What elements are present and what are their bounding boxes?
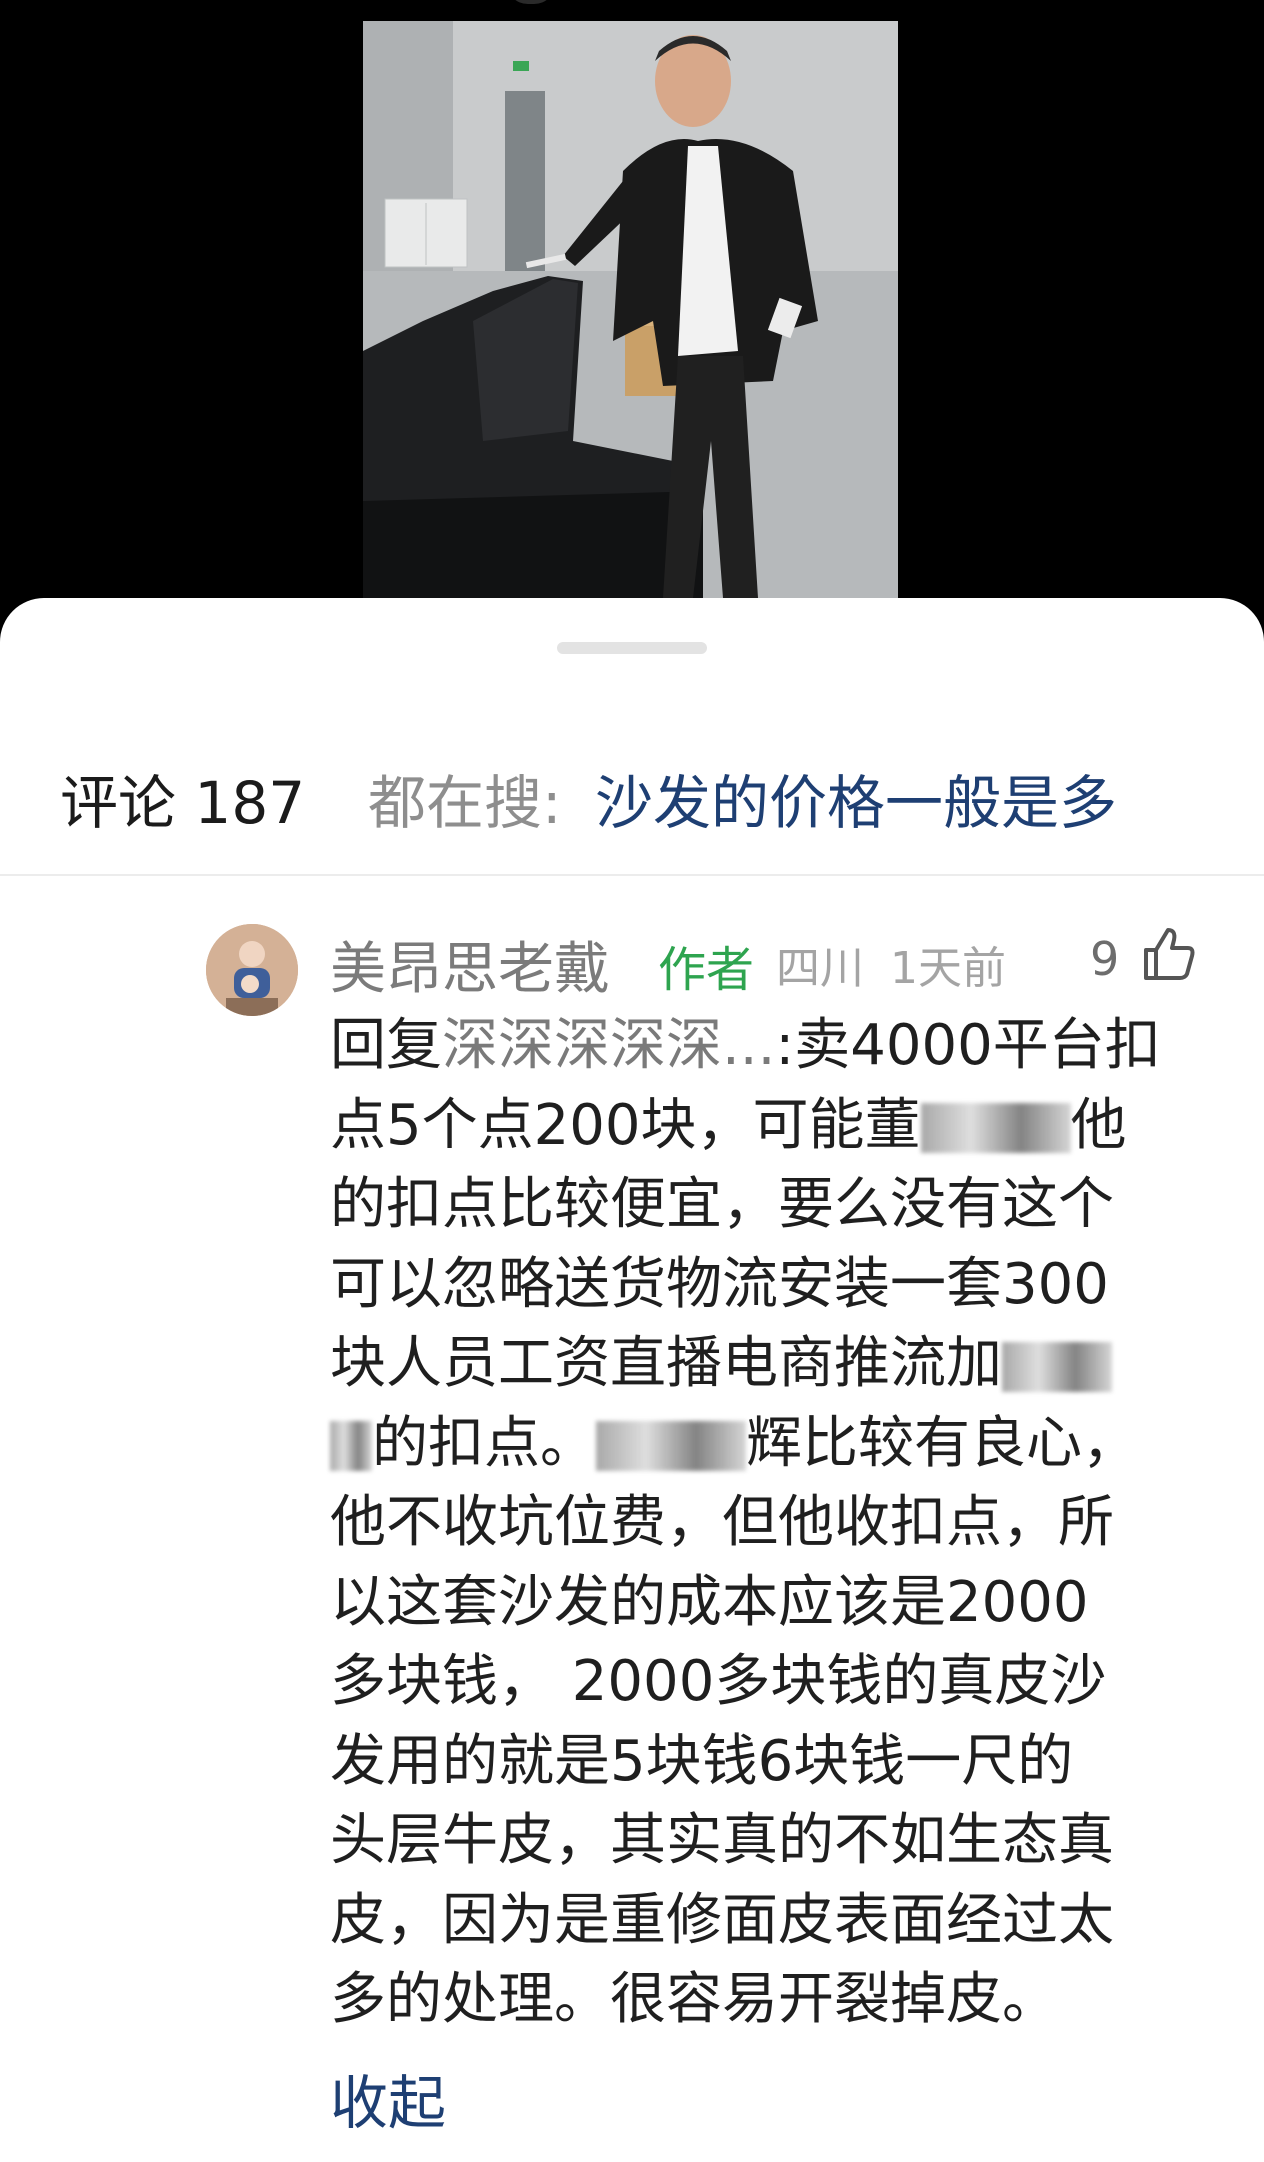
comment-line: 的扣点比较便宜，要么没有这个 [330, 1172, 1114, 1237]
comment-count: 评论 187 [60, 769, 306, 837]
redacted-text [1002, 1341, 1112, 1392]
comment-line: 他不收坑位费，但他收扣点，所 [330, 1490, 1114, 1555]
comment-line: 点5个点200块，可能董他 [330, 1092, 1127, 1158]
comment-line: 的扣点。 辉比较有良心， [330, 1404, 1210, 1484]
header-divider [0, 874, 1264, 876]
reply-target-user[interactable]: 深深深深深... [442, 1013, 775, 1078]
comment-meta: 美昂思老戴 作者 四川 1天前 9 [330, 924, 1220, 1002]
comments-sheet: 评论 187 都在搜: 沙发的价格一般是多 美昂思老戴 作者 四川 1天前 9 … [0, 598, 1264, 2162]
comment-line: 多的处理。很容易开裂掉皮。 [330, 1967, 1058, 2032]
notch [506, 0, 556, 4]
comment-location: 四川 [776, 943, 864, 994]
comment-line: 皮，因为是重修面皮表面经过太 [330, 1887, 1114, 1953]
avatar-image [206, 924, 298, 1016]
trending-search-link[interactable]: 沙发的价格一般是多 [595, 756, 1235, 840]
comment-line: 回复深深深深深...:卖4000平台扣 [330, 1006, 1210, 1086]
comment-line: 块人员工资直播电商推流加 [330, 1324, 1210, 1404]
author-badge: 作者 [658, 942, 755, 998]
comment-line: 头层牛皮，其实真的不如生态真 [330, 1808, 1114, 1873]
redacted-text [920, 1103, 1071, 1154]
redacted-text [330, 1421, 372, 1472]
thumbs-up-icon[interactable] [1140, 924, 1196, 984]
collapse-button[interactable]: 收起 [330, 2056, 446, 2140]
video-scene-image [363, 21, 898, 598]
video-frame[interactable] [363, 21, 898, 598]
comment-text: 回复深深深深深...:卖4000平台扣 点5个点200块，可能董他 的扣点比较便… [330, 1006, 1210, 2040]
comment-line: 发用的就是5块钱6块钱一尺的 [330, 1728, 1074, 1794]
comment-line: 以这套沙发的成本应该是2000 [330, 1569, 1089, 1635]
like-count: 9 [1090, 932, 1120, 986]
video-player[interactable] [0, 0, 1264, 640]
comment-line: 多块钱， 2000多块钱的真皮沙 [330, 1649, 1107, 1714]
avatar[interactable] [206, 924, 298, 1016]
reply-prefix: 回复 [330, 1013, 442, 1078]
redacted-text [596, 1421, 746, 1472]
comment-line-text: :卖4000平台扣 [775, 1013, 1161, 1078]
comment-line: 可以忽略送货物流安装一套300 [330, 1251, 1109, 1317]
comments-header: 评论 187 都在搜: 沙发的价格一般是多 [0, 748, 1264, 838]
comment-time: 1天前 [890, 943, 1006, 994]
author-name[interactable]: 美昂思老戴 [330, 924, 610, 1005]
trending-search-label: 都在搜: [368, 769, 562, 837]
drag-handle[interactable] [557, 642, 707, 654]
